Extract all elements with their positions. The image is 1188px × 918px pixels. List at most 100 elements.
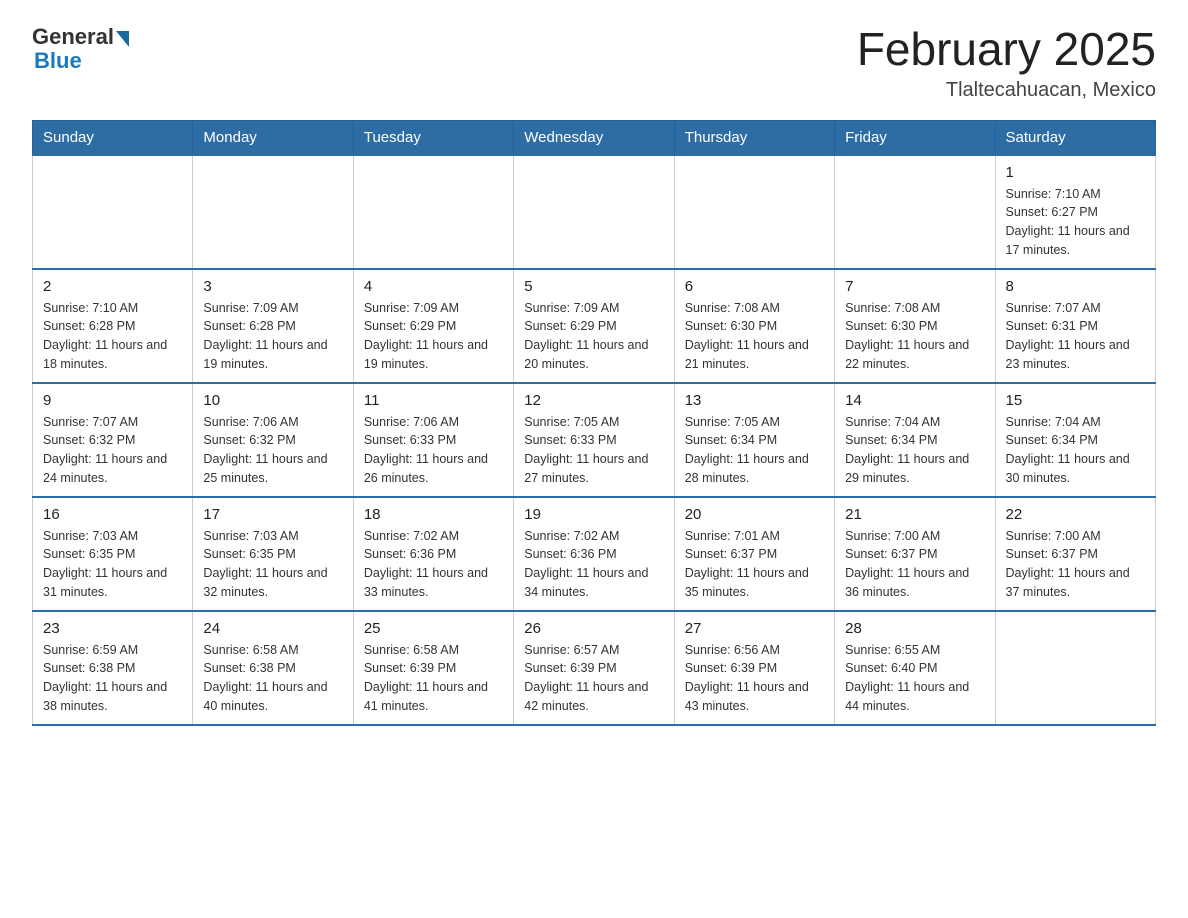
day-info: Sunrise: 6:57 AMSunset: 6:39 PMDaylight:… [524, 641, 663, 716]
calendar-cell: 15 Sunrise: 7:04 AMSunset: 6:34 PMDayligh… [995, 383, 1155, 497]
weekday-header-sunday: Sunday [33, 120, 193, 155]
day-number: 1 [1006, 164, 1145, 181]
day-number: 13 [685, 392, 824, 409]
calendar-cell [193, 155, 353, 269]
day-info: Sunrise: 6:58 AMSunset: 6:39 PMDaylight:… [364, 641, 503, 716]
calendar-cell: 2Sunrise: 7:10 AMSunset: 6:28 PMDaylight… [33, 269, 193, 383]
day-number: 7 [845, 278, 984, 295]
day-info: Sunrise: 7:04 AMSunset: 6:34 PMDaylight:… [1006, 413, 1145, 488]
calendar-table: SundayMondayTuesdayWednesdayThursdayFrid… [32, 120, 1156, 726]
calendar-cell: 16 Sunrise: 7:03 AMSunset: 6:35 PMDayligh… [33, 497, 193, 611]
day-number: 2 [43, 278, 182, 295]
day-number: 25 [364, 620, 503, 637]
day-info: Sunrise: 6:58 AMSunset: 6:38 PMDaylight:… [203, 641, 342, 716]
calendar-cell [353, 155, 513, 269]
weekday-header-wednesday: Wednesday [514, 120, 674, 155]
calendar-cell: 7Sunrise: 7:08 AMSunset: 6:30 PMDaylight… [835, 269, 995, 383]
title-section: February 2025 Tlaltecahuacan, Mexico [857, 24, 1156, 102]
calendar-cell: 23 Sunrise: 6:59 AMSunset: 6:38 PMDayligh… [33, 611, 193, 725]
day-info: Sunrise: 7:09 AMSunset: 6:29 PMDaylight:… [364, 299, 503, 374]
day-number: 23 [43, 620, 182, 637]
day-number: 16 [43, 506, 182, 523]
day-number: 26 [524, 620, 663, 637]
day-info: Sunrise: 7:00 AMSunset: 6:37 PMDaylight:… [1006, 527, 1145, 602]
day-number: 14 [845, 392, 984, 409]
day-number: 17 [203, 506, 342, 523]
calendar-cell: 26 Sunrise: 6:57 AMSunset: 6:39 PMDayligh… [514, 611, 674, 725]
day-number: 28 [845, 620, 984, 637]
day-number: 18 [364, 506, 503, 523]
calendar-cell: 27Sunrise: 6:56 AMSunset: 6:39 PMDayligh… [674, 611, 834, 725]
day-number: 6 [685, 278, 824, 295]
calendar-cell: 11 Sunrise: 7:06 AMSunset: 6:33 PMDayligh… [353, 383, 513, 497]
day-number: 21 [845, 506, 984, 523]
day-info: Sunrise: 7:06 AMSunset: 6:32 PMDaylight:… [203, 413, 342, 488]
day-number: 4 [364, 278, 503, 295]
weekday-header-friday: Friday [835, 120, 995, 155]
page-header: General Blue February 2025 Tlaltecahuaca… [32, 24, 1156, 102]
calendar-cell: 10 Sunrise: 7:06 AMSunset: 6:32 PMDayligh… [193, 383, 353, 497]
calendar-cell: 21 Sunrise: 7:00 AMSunset: 6:37 PMDayligh… [835, 497, 995, 611]
calendar-week-row: 1 Sunrise: 7:10 AMSunset: 6:27 PMDaylight… [33, 155, 1156, 269]
calendar-cell: 28 Sunrise: 6:55 AMSunset: 6:40 PMDayligh… [835, 611, 995, 725]
calendar-week-row: 16 Sunrise: 7:03 AMSunset: 6:35 PMDayligh… [33, 497, 1156, 611]
calendar-cell [835, 155, 995, 269]
day-number: 19 [524, 506, 663, 523]
day-number: 10 [203, 392, 342, 409]
calendar-week-row: 9 Sunrise: 7:07 AMSunset: 6:32 PMDaylight… [33, 383, 1156, 497]
day-info: Sunrise: 7:02 AMSunset: 6:36 PMDaylight:… [364, 527, 503, 602]
logo-blue-text: Blue [34, 48, 129, 74]
day-info: Sunrise: 7:07 AMSunset: 6:31 PMDaylight:… [1006, 299, 1145, 374]
day-info: Sunrise: 7:01 AMSunset: 6:37 PMDaylight:… [685, 527, 824, 602]
day-number: 3 [203, 278, 342, 295]
calendar-cell: 17 Sunrise: 7:03 AMSunset: 6:35 PMDayligh… [193, 497, 353, 611]
calendar-cell: 12Sunrise: 7:05 AMSunset: 6:33 PMDayligh… [514, 383, 674, 497]
day-info: Sunrise: 7:05 AMSunset: 6:33 PMDaylight:… [524, 413, 663, 488]
day-info: Sunrise: 7:07 AMSunset: 6:32 PMDaylight:… [43, 413, 182, 488]
day-info: Sunrise: 7:10 AMSunset: 6:27 PMDaylight:… [1006, 185, 1145, 260]
day-info: Sunrise: 6:59 AMSunset: 6:38 PMDaylight:… [43, 641, 182, 716]
calendar-cell [995, 611, 1155, 725]
day-number: 24 [203, 620, 342, 637]
calendar-cell [33, 155, 193, 269]
day-info: Sunrise: 6:55 AMSunset: 6:40 PMDaylight:… [845, 641, 984, 716]
calendar-cell: 24 Sunrise: 6:58 AMSunset: 6:38 PMDayligh… [193, 611, 353, 725]
calendar-cell: 19 Sunrise: 7:02 AMSunset: 6:36 PMDayligh… [514, 497, 674, 611]
day-info: Sunrise: 7:03 AMSunset: 6:35 PMDaylight:… [203, 527, 342, 602]
calendar-cell: 13 Sunrise: 7:05 AMSunset: 6:34 PMDayligh… [674, 383, 834, 497]
day-info: Sunrise: 7:03 AMSunset: 6:35 PMDaylight:… [43, 527, 182, 602]
day-number: 11 [364, 392, 503, 409]
day-info: Sunrise: 7:09 AMSunset: 6:29 PMDaylight:… [524, 299, 663, 374]
calendar-cell: 6 Sunrise: 7:08 AMSunset: 6:30 PMDaylight… [674, 269, 834, 383]
day-number: 27 [685, 620, 824, 637]
calendar-cell: 14 Sunrise: 7:04 AMSunset: 6:34 PMDayligh… [835, 383, 995, 497]
calendar-cell: 3 Sunrise: 7:09 AMSunset: 6:28 PMDaylight… [193, 269, 353, 383]
calendar-cell: 5 Sunrise: 7:09 AMSunset: 6:29 PMDaylight… [514, 269, 674, 383]
weekday-header-tuesday: Tuesday [353, 120, 513, 155]
calendar-week-row: 2Sunrise: 7:10 AMSunset: 6:28 PMDaylight… [33, 269, 1156, 383]
logo-arrow-icon [116, 31, 129, 47]
day-info: Sunrise: 7:00 AMSunset: 6:37 PMDaylight:… [845, 527, 984, 602]
day-number: 9 [43, 392, 182, 409]
calendar-cell: 20 Sunrise: 7:01 AMSunset: 6:37 PMDayligh… [674, 497, 834, 611]
day-number: 5 [524, 278, 663, 295]
day-info: Sunrise: 7:05 AMSunset: 6:34 PMDaylight:… [685, 413, 824, 488]
weekday-header-thursday: Thursday [674, 120, 834, 155]
location-text: Tlaltecahuacan, Mexico [857, 79, 1156, 102]
calendar-cell: 1 Sunrise: 7:10 AMSunset: 6:27 PMDaylight… [995, 155, 1155, 269]
weekday-header-monday: Monday [193, 120, 353, 155]
weekday-header-saturday: Saturday [995, 120, 1155, 155]
day-number: 20 [685, 506, 824, 523]
day-info: Sunrise: 7:06 AMSunset: 6:33 PMDaylight:… [364, 413, 503, 488]
calendar-cell: 22Sunrise: 7:00 AMSunset: 6:37 PMDayligh… [995, 497, 1155, 611]
calendar-week-row: 23 Sunrise: 6:59 AMSunset: 6:38 PMDayligh… [33, 611, 1156, 725]
calendar-cell: 9 Sunrise: 7:07 AMSunset: 6:32 PMDaylight… [33, 383, 193, 497]
calendar-cell [514, 155, 674, 269]
day-info: Sunrise: 7:08 AMSunset: 6:30 PMDaylight:… [685, 299, 824, 374]
day-info: Sunrise: 7:09 AMSunset: 6:28 PMDaylight:… [203, 299, 342, 374]
calendar-cell [674, 155, 834, 269]
day-info: Sunrise: 7:02 AMSunset: 6:36 PMDaylight:… [524, 527, 663, 602]
day-info: Sunrise: 7:04 AMSunset: 6:34 PMDaylight:… [845, 413, 984, 488]
day-number: 15 [1006, 392, 1145, 409]
logo: General Blue [32, 24, 129, 74]
